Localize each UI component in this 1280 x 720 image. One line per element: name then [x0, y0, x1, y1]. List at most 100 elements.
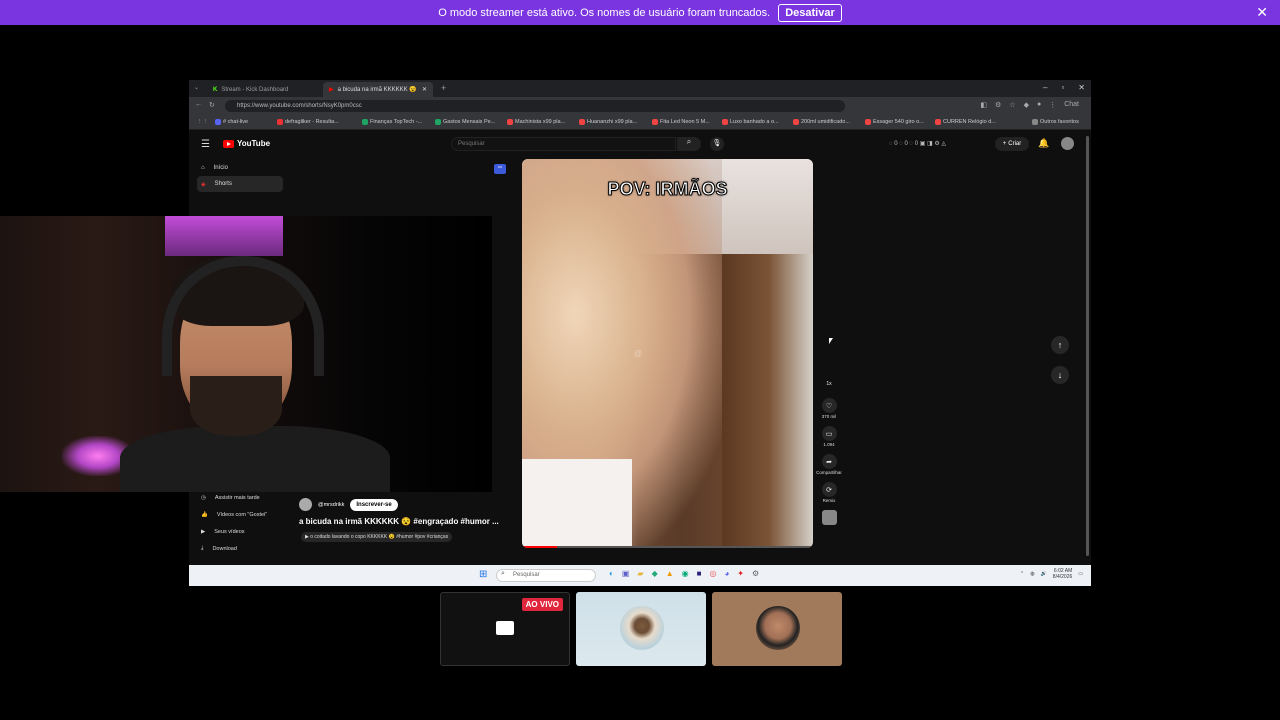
video-title[interactable]: a bicuda na irmã KKKKKK 😵 #engraçado #hu…	[299, 517, 499, 526]
notification-icon[interactable]: ▭	[1078, 571, 1083, 577]
captions-icon[interactable]: ⚏	[494, 164, 506, 174]
app-icon[interactable]: ▲	[666, 569, 674, 578]
star-icon[interactable]: ☆	[1009, 101, 1015, 109]
heart-icon[interactable]: ♡	[821, 398, 837, 413]
search-input[interactable]: Pesquisar	[451, 137, 676, 151]
youtube-header: ☰ YouTube Pesquisar ⌕ 🎙 ◌ 0 ◌ 0 ◌ 0 ▣ ◨ …	[189, 131, 1091, 157]
bookmark-item[interactable]: defragliker - Resulta...	[277, 119, 339, 125]
sidebar-item-downloads[interactable]: ⤓ Download	[197, 540, 287, 557]
app-icon[interactable]: ✦	[737, 569, 744, 578]
shorts-icon: ◈	[201, 181, 206, 188]
close-window-icon[interactable]: ✕	[1078, 83, 1085, 92]
app-icon[interactable]: ◎	[709, 569, 716, 578]
bell-icon[interactable]: 🔔	[1038, 138, 1049, 149]
scrollbar[interactable]	[1086, 136, 1089, 556]
bookmark-item[interactable]: Essager 540 giro o...	[865, 119, 924, 125]
bookmark-item[interactable]: Gastos Mensais Pe...	[435, 119, 495, 125]
download-icon: ⤓	[201, 545, 204, 551]
clock-icon: ◷	[201, 494, 206, 501]
video-subject-shirt	[522, 459, 632, 548]
bookmark-item[interactable]: Machinista x99 pla...	[507, 119, 565, 125]
microphone-icon[interactable]: 🎙	[710, 137, 724, 151]
folder-icon[interactable]: ▰	[637, 569, 643, 578]
avatar[interactable]	[299, 498, 312, 511]
channel-name[interactable]: @mrsdrikk	[318, 502, 344, 508]
participant-thumbnail[interactable]	[712, 592, 842, 666]
maximize-icon[interactable]: ▫	[1061, 83, 1064, 92]
short-navigation: ↑ ↓	[1051, 336, 1069, 384]
extension-icon[interactable]: ⚙	[995, 101, 1001, 109]
arrow-up-icon[interactable]: ↑	[1051, 336, 1069, 354]
tab-youtube-short[interactable]: ▶ a bicuda na irmã KKKKKK 😵 ✕	[323, 82, 433, 97]
screen-share-thumbnail[interactable]: AO VIVO	[440, 592, 570, 666]
hamburger-icon[interactable]: ☰	[201, 139, 210, 150]
chevron-up-icon[interactable]: ⌃	[1020, 571, 1024, 577]
sidebar-item-your-videos[interactable]: ▶ Seus vídeos	[197, 523, 287, 540]
share-icon[interactable]: ➦	[821, 454, 837, 469]
comment-icon[interactable]: ▭	[821, 426, 837, 441]
reload-icon[interactable]: ↻	[209, 101, 215, 109]
logo-text: YouTube	[237, 139, 271, 148]
new-tab-icon[interactable]: +	[441, 83, 446, 93]
bookmark-item[interactable]: CURREN Relógio d...	[935, 119, 996, 125]
extension-icon[interactable]: ◆	[1024, 101, 1029, 109]
bookmark-item[interactable]: Fita Led Neon 5 M...	[652, 119, 710, 125]
bookmarks-bar: ⋮⋮ # chat-live defragliker - Resulta... …	[189, 115, 1091, 130]
teams-icon[interactable]: ▣	[622, 569, 630, 578]
menu-icon[interactable]: ⋮	[1049, 101, 1056, 109]
speed-icon[interactable]: 1x	[822, 376, 837, 391]
close-tab-icon[interactable]: ✕	[422, 86, 427, 93]
close-icon[interactable]: ✕	[1256, 4, 1268, 21]
edge-icon[interactable]: ◐	[609, 569, 614, 578]
video-progress-bar[interactable]	[522, 546, 813, 548]
create-button[interactable]: + Criar	[995, 137, 1029, 151]
sound-thumbnail-icon[interactable]	[821, 510, 837, 525]
youtube-tab-icon: ▶	[329, 87, 334, 93]
clock[interactable]: 6:02 AM 8/4/2026	[1053, 568, 1072, 580]
streamer-mode-banner: O modo streamer está ativo. Os nomes de …	[0, 0, 1280, 25]
settings-icon[interactable]: ⚙	[752, 569, 759, 578]
premiere-icon[interactable]: ■	[697, 569, 702, 578]
tab-search-icon[interactable]: ⌄	[194, 84, 199, 91]
avatar[interactable]	[1061, 137, 1074, 150]
video-description[interactable]: ▶ o coitado lavando o copo KKKKKK 😵 #hum…	[301, 532, 453, 542]
volume-icon[interactable]: 🔊	[1041, 571, 1047, 577]
subscribe-button[interactable]: Inscrever-se	[350, 498, 398, 511]
search-icon: ⌕	[501, 570, 505, 577]
tab-kick-dashboard[interactable]: K Stream - Kick Dashboard	[207, 82, 319, 97]
url-field[interactable]: https://www.youtube.com/shorts/NsyK0pm0c…	[225, 100, 845, 112]
sidebar-item-inicio[interactable]: ⌂ Início	[197, 160, 283, 176]
chat-label[interactable]: Chat	[1064, 101, 1079, 109]
avatar[interactable]: ●	[1037, 101, 1041, 109]
sidebar-item-liked-videos[interactable]: 👍 Vídeos com "Gostei"	[197, 506, 287, 523]
kick-icon: K	[213, 86, 218, 93]
search-button[interactable]: ⌕	[677, 137, 701, 151]
video-icon: ▶	[201, 528, 206, 535]
streamer-beard	[190, 376, 282, 436]
remix-icon[interactable]: ⟳	[821, 482, 837, 497]
video-caption: POV: IRMÃOS	[607, 179, 728, 200]
other-bookmarks[interactable]: Outros favoritos	[1032, 119, 1079, 125]
bookmark-item[interactable]: 200ml umidificado...	[793, 119, 850, 125]
youtube-logo[interactable]: YouTube	[223, 139, 270, 148]
app-icon[interactable]: ◉	[682, 569, 689, 578]
taskbar-search-input[interactable]: Pesquisar	[496, 569, 596, 582]
short-video-player[interactable]: POV: IRMÃOS @	[522, 159, 813, 548]
discord-icon[interactable]: ◕	[724, 569, 729, 578]
arrow-down-icon[interactable]: ↓	[1051, 366, 1069, 384]
bookmark-item[interactable]: # chat-live	[215, 119, 248, 125]
participant-thumbnail[interactable]	[576, 592, 706, 666]
minimize-icon[interactable]: –	[1043, 83, 1047, 92]
apps-icon[interactable]: ⋮⋮	[197, 119, 208, 125]
extension-icon[interactable]: ◧	[980, 101, 987, 109]
sidebar-item-shorts[interactable]: ◈ Shorts	[197, 176, 283, 192]
app-icon[interactable]: ◆	[652, 569, 658, 578]
windows-start-icon[interactable]: ⊞	[479, 569, 487, 580]
bookmark-item[interactable]: Huananzhi x99 pla...	[579, 119, 637, 125]
windows-taskbar: ⊞ Pesquisar ⌕ ◐ ▣ ▰ ◆ ▲ ◉ ■ ◎ ◕ ✦ ⚙ ⌃ ◍ …	[189, 565, 1091, 586]
network-icon[interactable]: ◍	[1030, 571, 1034, 577]
bookmark-item[interactable]: Luxo banhado a o...	[722, 119, 779, 125]
disable-streamer-mode-button[interactable]: Desativar	[778, 3, 842, 22]
back-icon[interactable]: ←	[195, 101, 202, 108]
bookmark-item[interactable]: Finanças TopTech -...	[362, 119, 422, 125]
